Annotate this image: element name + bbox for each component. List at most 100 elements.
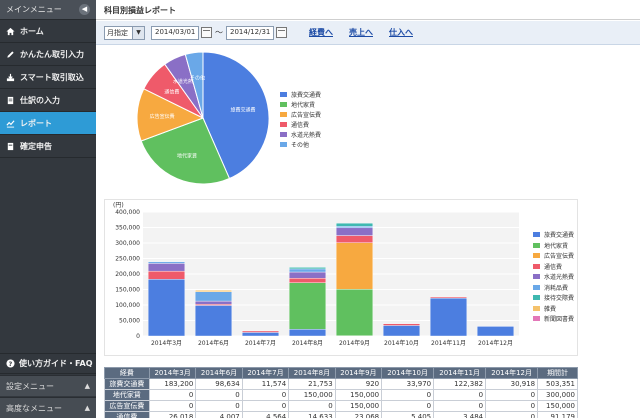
pie-legend-item: 広告宣伝費	[280, 110, 321, 119]
column-header: 2014年7月	[241, 367, 290, 379]
bar-segment	[429, 297, 468, 337]
table-row: 広告宣伝費 0 0 0 0 150,000 0 0 0 150,000	[104, 400, 578, 412]
bar-legend-item: 消耗品費	[533, 283, 568, 292]
sidebar-item-label: 仕訳の入力	[20, 95, 60, 105]
main-menu-label: メインメニュー	[6, 5, 62, 14]
legend-label: 新聞図書費	[544, 316, 575, 323]
calendar-icon[interactable]	[201, 27, 212, 38]
bar-legend-item: 広告宣伝費	[533, 251, 574, 260]
sidebar-item-label: 使い方ガイド・FAQ	[19, 359, 93, 368]
table-cell: 91,179	[537, 411, 578, 418]
pie-legend-item: 地代家賃	[280, 100, 315, 109]
table-cell: 33,970	[381, 378, 435, 390]
legend-label: 水道光熱費	[544, 274, 575, 281]
bar-legend-item: 地代家賃	[533, 241, 568, 250]
bar-segment	[194, 300, 233, 305]
bar-segment	[335, 226, 374, 229]
stacked-bar-chart: (円) 0 50,000 100,000 150,000 200,000 250,000 30…	[113, 202, 519, 347]
legend-label: その他	[291, 142, 310, 149]
period-select[interactable]: 月指定 ▼	[104, 25, 145, 40]
legend-swatch	[533, 274, 540, 279]
sidebar-item-5[interactable]: 確定申告	[0, 135, 96, 158]
bar-segment	[335, 289, 374, 336]
chevron-down-icon[interactable]: ▼	[132, 26, 144, 39]
main-menu-header[interactable]: メインメニュー ◀	[0, 0, 96, 20]
bar-legend-item: 雑費	[533, 304, 556, 313]
bar-chart-panel: (円) 0 50,000 100,000 150,000 200,000 250,000 30…	[104, 199, 578, 356]
sidebar-item-guide[interactable]: ? 使い方ガイド・FAQ	[0, 353, 96, 374]
import-icon	[6, 73, 15, 81]
table-cell: 5,405	[381, 411, 435, 418]
expenses-link[interactable]: 経費へ	[309, 27, 333, 38]
table-cell: 30,918	[485, 378, 539, 390]
start-date-input[interactable]: 2014/03/01	[151, 25, 199, 40]
page-title: 科目別損益レポート	[104, 6, 176, 15]
sidebar: メインメニュー ◀ ホームかんたん取引入力スマート取引取込 仕訳の入力レポート確定…	[0, 0, 96, 418]
y-tick-label: 350,000	[115, 225, 140, 232]
table-cell: 0	[433, 400, 487, 412]
end-date-input[interactable]: 2014/12/31	[226, 25, 274, 40]
pie-slice-label: 広告宣伝費	[150, 113, 175, 120]
legend-swatch	[533, 263, 540, 269]
table-cell: 150,000	[334, 400, 383, 412]
bar-segment	[288, 271, 327, 279]
table-cell: 0	[288, 400, 336, 412]
sidebar-item-label: スマート取引取込	[20, 72, 84, 82]
pie-chart: 旅費交通費地代家賃広告宣伝費通信費水道光熱費その他	[136, 51, 270, 185]
settings-menu-label: 設定メニュー	[6, 381, 54, 391]
table-cell: 0	[241, 400, 290, 412]
y-tick-label: 250,000	[115, 256, 140, 263]
x-tick-label: 2014年3月	[151, 339, 182, 347]
sidebar-item-1[interactable]: かんたん取引入力	[0, 43, 96, 66]
sidebar-item-0[interactable]: ホーム	[0, 20, 96, 43]
y-tick-label: 200,000	[115, 271, 140, 278]
sidebar-item-4[interactable]: レポート	[0, 112, 96, 135]
table-row: 地代家賃 0 0 0 150,000 150,000 0 0 0 300,000	[104, 389, 578, 401]
settings-menu[interactable]: 設定メニュー ▲	[0, 375, 96, 396]
bar-segment	[288, 282, 327, 330]
table-cell: 0	[433, 389, 487, 401]
expense-table: 経費 2014年3月 2014年6月 2014年7月 2014年8月 2014年9月 201…	[104, 367, 578, 418]
table-cell: 4,007	[195, 411, 243, 418]
y-tick-label: 150,000	[115, 287, 140, 294]
table-cell: 3,484	[433, 411, 487, 418]
sidebar-item-3[interactable]: 仕訳の入力	[0, 89, 96, 112]
pie-legend-item: 水道光熱費	[280, 130, 321, 139]
pie-slice-label: 地代家賃	[177, 153, 197, 160]
table-cell: 0	[381, 389, 435, 401]
y-tick-label: 400,000	[115, 209, 140, 216]
bar-legend-item: 通信費	[533, 262, 562, 271]
x-tick-label: 2014年9月	[339, 339, 370, 347]
sidebar-item-2[interactable]: スマート取引取込	[0, 66, 96, 89]
table-cell: 14,633	[288, 411, 336, 418]
pie-slice-label: 旅費交通費	[231, 107, 256, 114]
legend-swatch	[280, 102, 287, 107]
legend-swatch	[533, 232, 540, 237]
journal-icon	[7, 96, 14, 104]
column-header: 2014年10月	[381, 367, 435, 379]
calendar-icon[interactable]	[276, 27, 287, 38]
x-tick-label: 2014年12月	[478, 339, 513, 347]
table-header-row: 経費 2014年3月 2014年6月 2014年7月 2014年8月 2014年9月 201…	[104, 367, 578, 379]
sales-link[interactable]: 売上へ	[349, 27, 373, 38]
legend-label: 雑費	[544, 305, 557, 313]
purchases-link[interactable]: 仕入へ	[389, 27, 413, 38]
table-cell: 300,000	[537, 389, 578, 401]
bar-segment	[382, 323, 421, 326]
column-header: 2014年3月	[148, 367, 197, 379]
legend-label: 通信費	[544, 263, 563, 271]
column-header: 2014年8月	[288, 367, 336, 379]
pie-legend-item: 通信費	[280, 120, 309, 129]
x-tick-label: 2014年11月	[431, 339, 466, 347]
sidebar-item-label: レポート	[20, 118, 52, 128]
sidebar-item-label: ホーム	[20, 26, 44, 36]
table-cell: 26,018	[148, 411, 197, 418]
y-tick-label: 100,000	[115, 302, 140, 309]
pie-chart-panel: 旅費交通費 地代家賃 広告宣伝費 通信費 水道光熱費 その他 旅費交通費 地代家賃 広告宣伝費…	[96, 45, 640, 195]
y-tick-label: 300,000	[115, 240, 140, 247]
table-cell: 0	[485, 389, 539, 401]
collapse-arrow-icon[interactable]: ◀	[79, 4, 90, 15]
sidebar-item-label: 確定申告	[20, 141, 52, 151]
pie-slice-label: その他	[190, 74, 205, 81]
advanced-menu[interactable]: 高度なメニュー ▲	[0, 397, 96, 418]
